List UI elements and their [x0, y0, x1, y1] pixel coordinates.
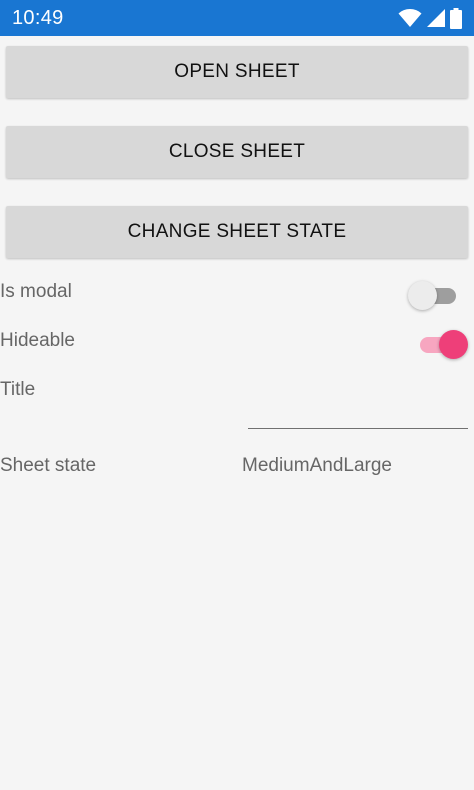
hideable-switch-thumb: [439, 330, 468, 359]
hideable-label: Hideable: [0, 330, 75, 351]
hideable-switch[interactable]: [414, 327, 468, 361]
sheet-state-value: MediumAndLarge: [242, 455, 392, 476]
wifi-icon: [398, 8, 422, 28]
sheet-state-label: Sheet state: [0, 455, 97, 476]
status-time: 10:49: [12, 7, 64, 29]
title-input[interactable]: [248, 396, 468, 429]
status-bar: 10:49: [0, 0, 474, 36]
status-icons: [398, 7, 462, 29]
is-modal-switch-thumb: [408, 281, 437, 310]
close-sheet-button[interactable]: CLOSE SHEET: [6, 126, 468, 178]
is-modal-label: Is modal: [0, 281, 72, 302]
is-modal-switch[interactable]: [406, 278, 460, 312]
title-label: Title: [0, 379, 36, 400]
signal-icon: [426, 8, 446, 28]
change-sheet-state-button[interactable]: CHANGE SHEET STATE: [6, 206, 468, 258]
battery-icon: [450, 7, 462, 29]
open-sheet-button[interactable]: OPEN SHEET: [6, 46, 468, 98]
